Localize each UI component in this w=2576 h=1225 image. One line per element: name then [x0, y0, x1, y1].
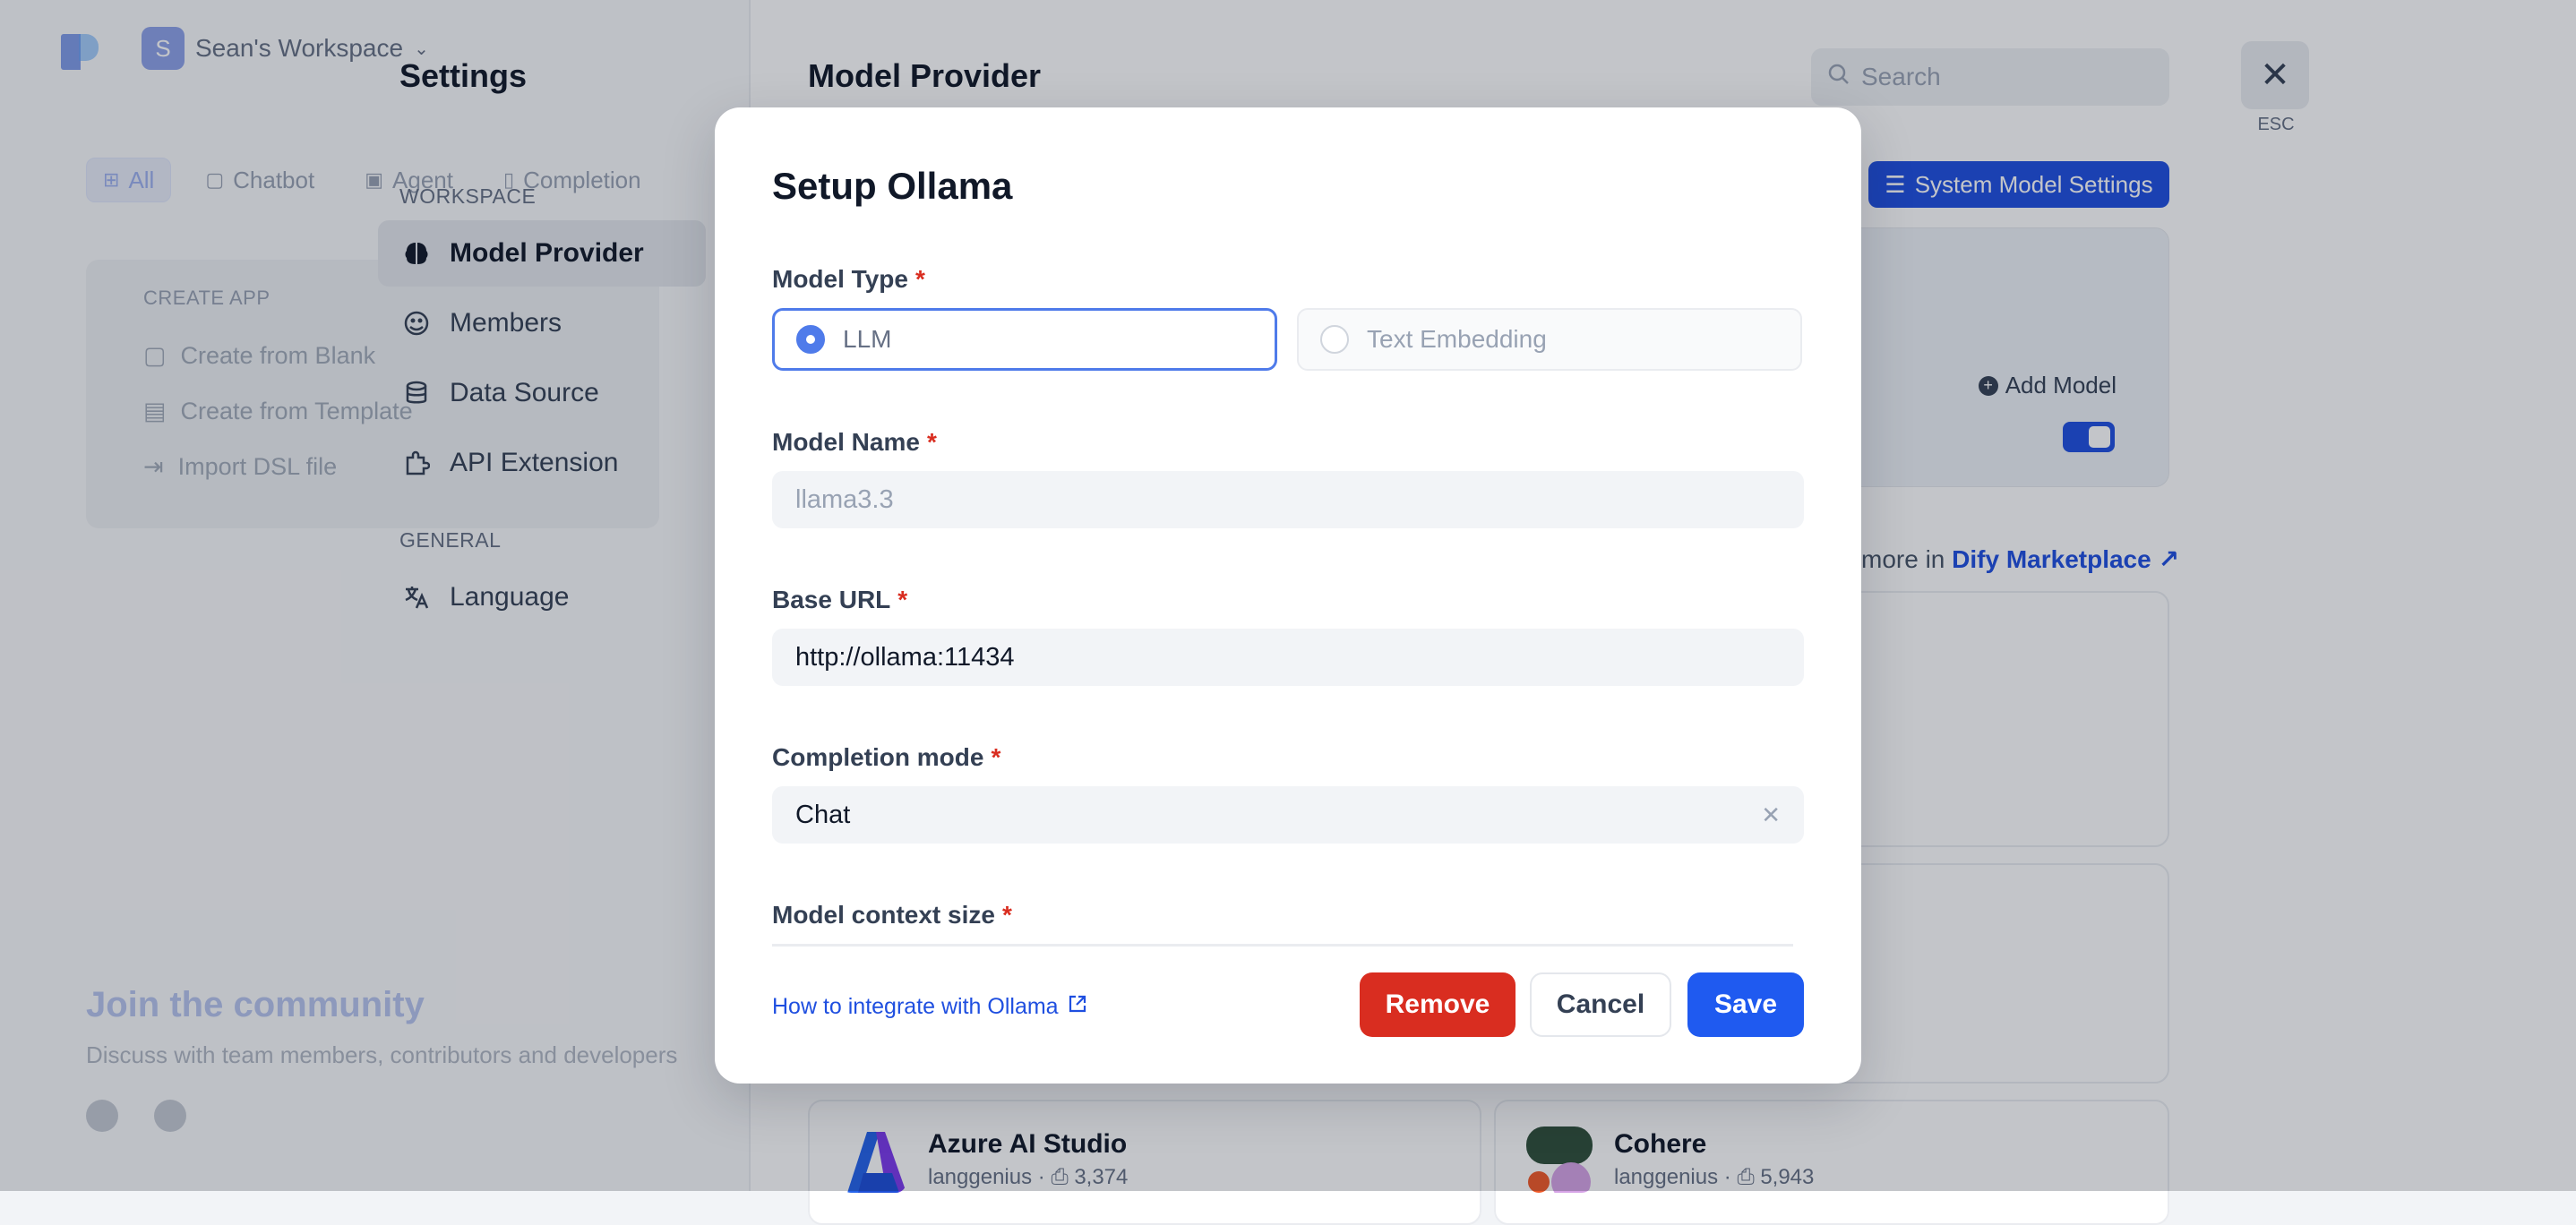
radio-unselected-icon — [1320, 325, 1349, 354]
required-mark: * — [991, 743, 1001, 771]
required-mark: * — [897, 586, 908, 613]
completion-mode-label: Completion mode * — [772, 743, 1001, 771]
model-name-placeholder: llama3.3 — [795, 484, 894, 514]
remove-button[interactable]: Remove — [1360, 972, 1516, 1037]
clear-icon[interactable]: ✕ — [1761, 801, 1781, 829]
base-url-input[interactable]: http://ollama:11434 — [772, 629, 1804, 686]
context-size-label: Model context size * — [772, 901, 1012, 929]
integration-help-link[interactable]: How to integrate with Ollama — [772, 994, 1087, 1020]
radio-label: Text Embedding — [1367, 325, 1547, 353]
help-link-label: How to integrate with Ollama — [772, 994, 1059, 1019]
required-mark: * — [1001, 901, 1012, 929]
save-button[interactable]: Save — [1687, 972, 1804, 1037]
base-url-value: http://ollama:11434 — [795, 642, 1015, 672]
cancel-button[interactable]: Cancel — [1530, 972, 1671, 1037]
model-type-llm-radio[interactable]: LLM — [772, 308, 1277, 371]
model-name-label: Model Name * — [772, 428, 937, 456]
base-url-label: Base URL * — [772, 586, 908, 613]
model-name-input[interactable]: llama3.3 — [772, 471, 1804, 528]
completion-mode-select[interactable]: Chat ✕ — [772, 786, 1804, 844]
external-link-icon — [1068, 994, 1087, 1020]
required-mark: * — [926, 428, 937, 456]
model-type-label: Model Type * — [772, 265, 925, 293]
scroll-divider — [772, 944, 1793, 947]
dialog-title: Setup Ollama — [772, 165, 1013, 207]
radio-label: LLM — [843, 325, 892, 353]
radio-selected-icon — [796, 325, 825, 354]
required-mark: * — [914, 265, 925, 293]
model-type-text-embedding-radio[interactable]: Text Embedding — [1297, 308, 1802, 371]
completion-mode-value: Chat — [795, 800, 851, 829]
setup-ollama-dialog: Setup Ollama Model Type * LLM Text Embedd… — [715, 107, 1861, 1084]
